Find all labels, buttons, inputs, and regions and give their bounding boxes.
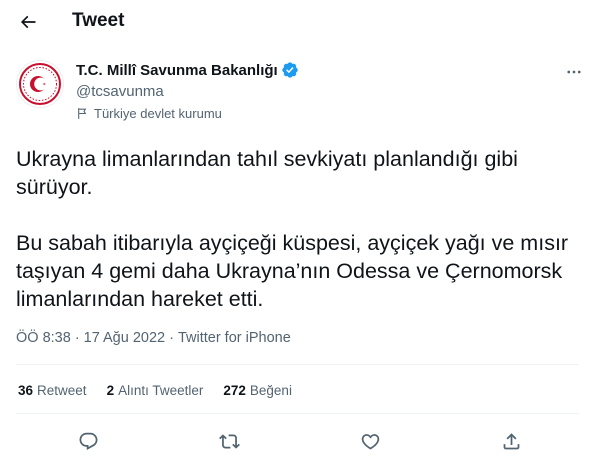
- arrow-left-icon: [20, 15, 36, 29]
- divider: [16, 413, 579, 414]
- retweets-count: 36: [18, 383, 34, 398]
- ministry-emblem-icon: [19, 63, 61, 105]
- quotes-label: Alıntı Tweetler: [118, 383, 204, 398]
- separator-dot: ·: [74, 330, 80, 346]
- author-name[interactable]: T.C. Millî Savunma Bakanlığı: [76, 62, 278, 79]
- tweet-source[interactable]: Twitter for iPhone: [178, 330, 291, 346]
- action-bar: [0, 425, 595, 457]
- affiliation-text: Türkiye devlet kurumu: [94, 106, 222, 121]
- likes-count: 272: [223, 383, 246, 398]
- author-name-row: T.C. Millî Savunma Bakanlığı: [76, 61, 299, 79]
- retweet-button[interactable]: [217, 429, 241, 453]
- like-button[interactable]: [358, 429, 382, 453]
- flag-icon: [78, 108, 87, 119]
- share-icon: [503, 432, 519, 449]
- likes-stat[interactable]: 272 Beğeni: [223, 383, 292, 398]
- heart-icon: [361, 433, 379, 450]
- reply-button[interactable]: [76, 429, 100, 453]
- avatar[interactable]: [16, 60, 64, 108]
- reply-icon: [79, 432, 97, 450]
- tweet-paragraph: Ukrayna limanlarından tahıl sevkiyatı pl…: [16, 147, 524, 199]
- likes-label: Beğeni: [249, 383, 292, 398]
- share-button[interactable]: [499, 429, 523, 453]
- page-title: Tweet: [72, 10, 125, 31]
- tweet-metadata: ÖÖ 8:38 · 17 Ağu 2022 · Twitter for iPho…: [16, 330, 291, 346]
- author-handle[interactable]: @tcsavunma: [76, 83, 164, 100]
- affiliation-label: Türkiye devlet kurumu: [76, 106, 222, 121]
- tweet-text: Ukrayna limanlarından tahıl sevkiyatı pl…: [16, 145, 576, 313]
- verified-badge-icon: [282, 62, 298, 78]
- more-options-button[interactable]: [560, 58, 588, 86]
- retweet-icon: [218, 433, 240, 449]
- retweets-label: Retweet: [37, 383, 87, 398]
- retweets-stat[interactable]: 36 Retweet: [18, 383, 87, 398]
- top-bar: Tweet: [0, 0, 595, 46]
- quotes-count: 2: [106, 383, 115, 398]
- more-horizontal-icon: [567, 70, 581, 74]
- tweet-paragraph: Bu sabah itibarıyla ayçiçeği küspesi, ay…: [16, 231, 575, 311]
- tweet-time[interactable]: ÖÖ 8:38: [16, 330, 71, 346]
- back-button[interactable]: [13, 7, 43, 37]
- quotes-stat[interactable]: 2 Alıntı Tweetler: [107, 383, 204, 398]
- tweet-date[interactable]: 17 Ağu 2022: [84, 330, 165, 346]
- engagement-stats: 36 Retweet 2 Alıntı Tweetler 272 Beğeni: [18, 383, 312, 398]
- separator-dot: ·: [169, 330, 174, 346]
- divider: [16, 364, 579, 365]
